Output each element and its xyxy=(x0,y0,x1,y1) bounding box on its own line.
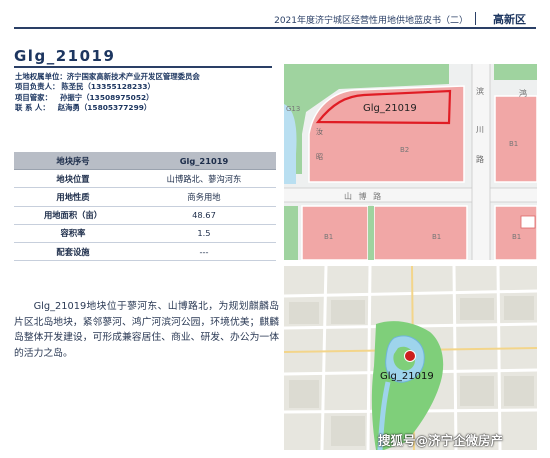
contact-row-manager: 项目负责人： 陈圣民（13355128233） xyxy=(15,82,200,92)
table-row: 地块位置 山博路北、蓼沟河东 xyxy=(14,170,276,189)
table-header-value: Glg_21019 xyxy=(179,155,229,166)
table-row: 容积率 1.5 xyxy=(14,225,276,243)
table-header-row: 地块序号 Glg_21019 xyxy=(14,152,276,171)
satellite-map: Glg_21019 xyxy=(284,266,537,450)
zone-label: B2 xyxy=(400,146,409,154)
contact-label: 联 系 人： xyxy=(15,102,50,112)
table-row: 用地面积（亩） 48.67 xyxy=(14,207,276,225)
table-header-key: 地块序号 xyxy=(56,155,90,166)
table-key: 用地性质 xyxy=(56,191,90,202)
zone-label: B1 xyxy=(509,140,518,148)
table-key: 用地面积（亩） xyxy=(43,210,103,221)
plot-title: Glg_21019 xyxy=(14,47,116,65)
zone-label: G13 xyxy=(286,105,300,113)
zoning-map: Glg_21019 山 博 路 G13 B2 B1 B1 B1 B1 滨 鸿 川… xyxy=(284,64,537,260)
marker-label: Glg_21019 xyxy=(380,371,434,382)
document-title: 2021年度济宁城区经营性用地供地蓝皮书（二） xyxy=(274,16,468,26)
side-road-char: 滨 xyxy=(476,86,484,96)
watermark: 搜狐号@济宁企微房产 xyxy=(378,433,504,448)
zone-label: B1 xyxy=(432,233,441,241)
table-value: 1.5 xyxy=(197,228,211,239)
contact-row-liaison: 联 系 人： 赵海勇（15805377299） xyxy=(15,103,200,113)
zone-label: B1 xyxy=(324,233,333,241)
title-underline xyxy=(14,66,272,68)
table-value: --- xyxy=(199,246,209,257)
table-value: 48.67 xyxy=(192,210,216,221)
zone-label: B1 xyxy=(512,233,521,241)
road-label: 山 博 路 xyxy=(344,191,383,201)
plot-info-table: 地块序号 Glg_21019 地块位置 山博路北、蓼沟河东 用地性质 商务用地 … xyxy=(14,152,276,262)
plot-map-label: Glg_21019 xyxy=(363,103,417,114)
table-key: 配套设施 xyxy=(56,246,90,257)
side-road-char: 鸿 xyxy=(519,88,527,98)
table-value: 商务用地 xyxy=(187,191,221,202)
table-row: 配套设施 --- xyxy=(14,243,276,262)
side-road-char: 汝 xyxy=(316,127,323,136)
zone-block-b1 xyxy=(494,95,537,183)
side-road-char: 昭 xyxy=(316,153,323,161)
contact-label: 土地权属单位： xyxy=(15,72,67,81)
header-divider xyxy=(475,12,476,25)
side-road-char: 川 xyxy=(476,125,484,134)
contact-value: 赵海勇（15805377299） xyxy=(57,102,152,112)
table-value: 山博路北、蓼沟河东 xyxy=(166,173,242,184)
table-key: 地块位置 xyxy=(56,173,90,184)
district-name: 高新区 xyxy=(493,13,526,26)
table-key: 容积率 xyxy=(60,228,86,239)
contact-label: 项目负责人： xyxy=(15,82,60,92)
contact-value: 济宁国家高新技术产业开发区管理委员会 xyxy=(66,72,200,81)
contact-value: 陈圣民（13355128233） xyxy=(61,82,155,92)
plot-description: Glg_21019地块位于蓼河东、山博路北，为规划麒麟岛片区北岛地块，紧邻蓼河、… xyxy=(14,301,279,359)
contact-row-owner: 土地权属单位：济宁国家高新技术产业开发区管理委员会 xyxy=(15,72,200,82)
satellite-map-graphic: Glg_21019 xyxy=(284,266,537,450)
contact-row-steward: 项目管家： 孙振宁（13508975052） xyxy=(15,93,200,103)
table-row: 用地性质 商务用地 xyxy=(14,188,276,207)
contact-block: 土地权属单位：济宁国家高新技术产业开发区管理委员会 项目负责人： 陈圣民（1335… xyxy=(15,72,200,113)
zoning-map-graphic: Glg_21019 山 博 路 G13 B2 B1 B1 B1 B1 滨 鸿 川… xyxy=(284,64,537,260)
contact-label: 项目管家： xyxy=(15,92,52,102)
location-marker-icon xyxy=(404,350,416,362)
zone-block-b2 xyxy=(308,85,465,183)
header-rule xyxy=(14,27,536,29)
contact-value: 孙振宁（13508975052） xyxy=(59,92,154,102)
side-road-char: 路 xyxy=(476,154,484,164)
page-header: 2021年度济宁城区经营性用地供地蓝皮书（二） 高新区 xyxy=(0,0,550,30)
